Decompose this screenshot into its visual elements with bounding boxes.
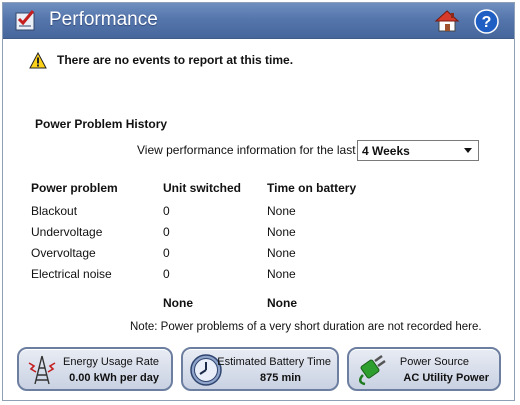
period-dropdown[interactable]: 4 Weeks [357, 140, 479, 161]
power-tower-icon [28, 355, 56, 385]
window-title: Performance [49, 9, 158, 30]
table-row-switched: 0 [163, 204, 170, 218]
app-checklist-icon [15, 10, 35, 31]
help-icon[interactable]: ? [474, 9, 499, 34]
title-bar: Performance ? [3, 3, 514, 39]
help-glyph: ? [482, 14, 492, 31]
table-row-switched: 0 [163, 246, 170, 260]
alert-message: There are no events to report at this ti… [57, 53, 294, 67]
battery-time-tile[interactable]: Estimated Battery Time 875 min [181, 347, 339, 391]
table-row-time: None [267, 204, 296, 218]
table-row-problem: Electrical noise [31, 267, 112, 281]
energy-usage-label: Energy Usage Rate [63, 356, 159, 368]
table-row-switched: 0 [163, 267, 170, 281]
column-header-time-on-battery: Time on battery [267, 181, 357, 195]
performance-window: Performance ? There are no events to rep… [2, 2, 515, 401]
table-row-switched: 0 [163, 225, 170, 239]
energy-usage-tile[interactable]: Energy Usage Rate 0.00 kWh per day [17, 347, 173, 391]
period-selected-value: 4 Weeks [362, 144, 410, 158]
period-label: View performance information for the las… [137, 143, 356, 157]
footnote: Note: Power problems of a very short dur… [130, 321, 482, 333]
column-header-unit-switched: Unit switched [163, 181, 242, 195]
chevron-down-icon [464, 148, 472, 153]
energy-usage-value: 0.00 kWh per day [69, 372, 159, 384]
power-source-value: AC Utility Power [403, 372, 489, 384]
table-row-time: None [267, 267, 296, 281]
total-unit-switched: None [163, 296, 193, 310]
section-title: Power Problem History [35, 117, 168, 131]
battery-time-value: 875 min [260, 372, 301, 384]
total-time-on-battery: None [267, 296, 297, 310]
column-header-power-problem: Power problem [31, 181, 118, 195]
power-source-tile[interactable]: Power Source AC Utility Power [347, 347, 501, 391]
power-source-label: Power Source [399, 356, 469, 368]
battery-time-label: Estimated Battery Time [217, 356, 331, 368]
table-row-time: None [267, 225, 296, 239]
table-row-problem: Blackout [31, 204, 78, 218]
table-row-time: None [267, 246, 296, 260]
table-row-problem: Overvoltage [31, 246, 96, 260]
plug-icon [359, 354, 386, 386]
table-row-problem: Undervoltage [31, 225, 103, 239]
home-icon[interactable] [434, 9, 460, 33]
warning-icon [29, 52, 47, 69]
